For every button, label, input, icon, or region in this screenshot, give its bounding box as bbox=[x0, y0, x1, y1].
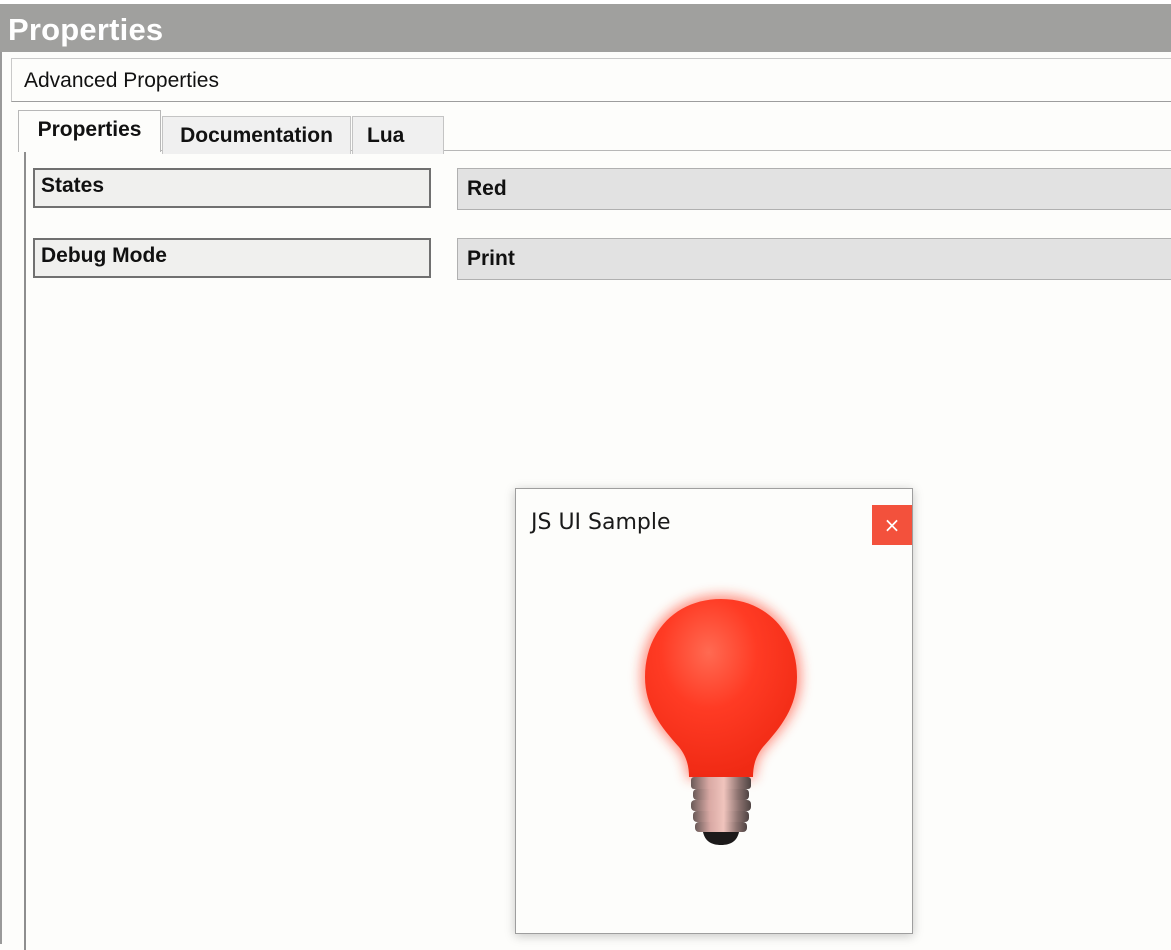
left-border bbox=[0, 52, 2, 944]
bulb-glass bbox=[645, 599, 797, 777]
close-button[interactable]: × bbox=[872, 505, 912, 545]
group-label: Advanced Properties bbox=[24, 69, 219, 92]
bulb-base bbox=[691, 777, 751, 845]
property-label-debug-mode: Debug Mode bbox=[33, 238, 431, 278]
tab-lua[interactable]: Lua bbox=[352, 116, 444, 154]
tab-documentation[interactable]: Documentation bbox=[162, 116, 351, 154]
advanced-properties-header: Advanced Properties bbox=[11, 58, 1171, 102]
property-value-states[interactable]: Red bbox=[457, 168, 1171, 210]
property-label-states: States bbox=[33, 168, 431, 208]
property-value-debug-mode[interactable]: Print bbox=[457, 238, 1171, 280]
js-ui-sample-dialog: JS UI Sample × bbox=[515, 488, 913, 934]
window-title: Properties bbox=[8, 12, 164, 47]
light-bulb-icon[interactable] bbox=[611, 579, 831, 869]
title-bar: Properties bbox=[0, 4, 1171, 52]
dialog-title: JS UI Sample bbox=[531, 510, 671, 535]
tab-properties[interactable]: Properties bbox=[18, 110, 161, 152]
